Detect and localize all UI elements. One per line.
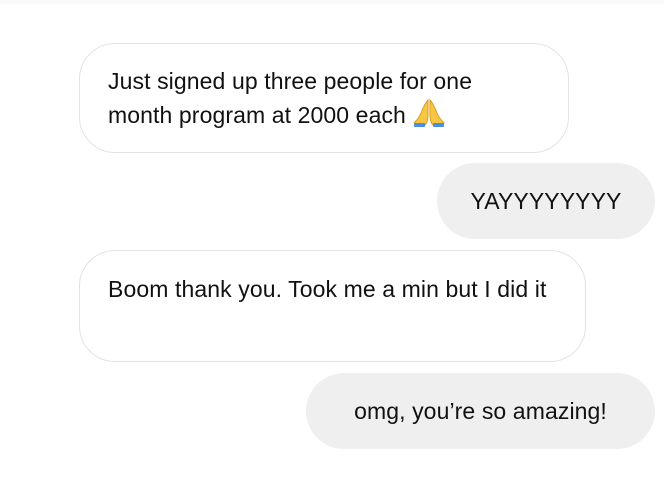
- thread-top-edge: [0, 0, 664, 4]
- message-text: YAYYYYYYYY: [470, 188, 622, 214]
- message-thread: Just signed up three people for one mont…: [0, 0, 664, 482]
- folded-hands-icon: [413, 98, 445, 127]
- message-text: Boom thank you. Took me a min but I did …: [108, 276, 547, 302]
- outgoing-message-bubble[interactable]: YAYYYYYYYY: [437, 163, 655, 239]
- message-text: omg, you’re so amazing!: [354, 398, 607, 424]
- incoming-message-bubble[interactable]: Just signed up three people for one mont…: [79, 43, 569, 153]
- incoming-message-bubble[interactable]: Boom thank you. Took me a min but I did …: [79, 250, 586, 362]
- outgoing-message-bubble[interactable]: omg, you’re so amazing!: [306, 373, 655, 449]
